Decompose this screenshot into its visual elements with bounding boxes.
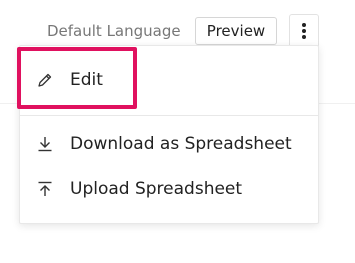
menu-item-edit[interactable]: Edit — [20, 63, 318, 97]
more-vertical-icon — [302, 22, 306, 39]
menu-item-label: Download as Spreadsheet — [70, 134, 292, 154]
preview-button[interactable]: Preview — [195, 17, 277, 45]
page: Default Language Preview Edit Download a… — [0, 0, 355, 263]
default-language-label: Default Language — [47, 22, 181, 40]
download-icon — [38, 137, 52, 152]
options-dropdown-menu: Edit Download as Spreadsheet Upload Spre… — [19, 45, 319, 224]
menu-item-upload-spreadsheet[interactable]: Upload Spreadsheet — [20, 172, 318, 206]
more-options-button[interactable] — [289, 14, 319, 46]
menu-item-download-spreadsheet[interactable]: Download as Spreadsheet — [20, 127, 318, 161]
menu-item-label: Edit — [70, 70, 103, 90]
upload-icon — [38, 181, 52, 196]
menu-item-label: Upload Spreadsheet — [70, 179, 243, 199]
menu-divider — [20, 115, 318, 116]
pencil-icon — [38, 73, 52, 87]
